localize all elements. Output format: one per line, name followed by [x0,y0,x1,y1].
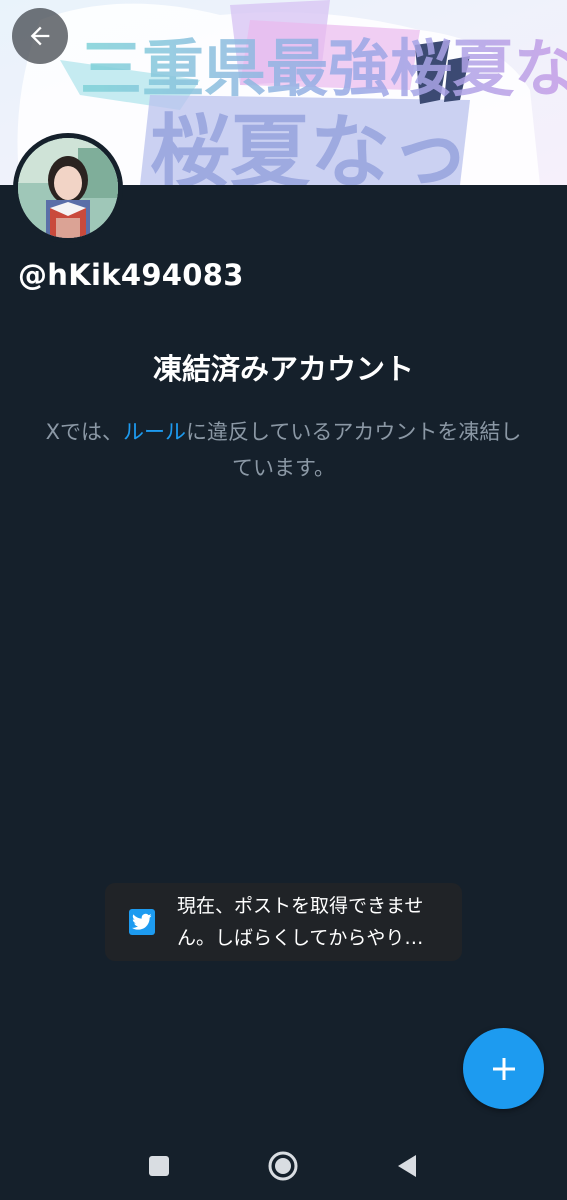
suspended-text-prefix: Xでは、 [45,420,123,444]
arrow-left-icon [30,26,50,46]
system-back-button[interactable] [389,1148,425,1184]
toast-message: 現在、ポストを取得できません。しばらくしてからやり… [177,895,424,949]
recent-apps-button[interactable] [141,1148,177,1184]
avatar [18,138,118,238]
profile-handle: @hKik494083 [18,258,244,292]
square-icon [149,1156,169,1176]
triangle-back-icon [398,1155,416,1177]
back-button[interactable] [12,8,68,64]
suspended-title: 凍結済みアカウント [152,352,414,386]
twitter-bird-icon [129,909,155,935]
circle-icon [268,1151,298,1181]
home-button[interactable] [265,1148,301,1184]
suspended-description: Xでは、ルールに違反しているアカウントを凍結しています。 [40,414,527,486]
svg-text:桜夏なっ: 桜夏なっ [150,106,470,185]
profile-screen: 三重県最強桜夏なっ 桜夏なっ @hKik494083 凍結済みア [0,0,567,1200]
plus-icon [492,1057,515,1080]
toast-notification: 現在、ポストを取得できません。しばらくしてからやり… [105,883,462,961]
compose-post-button[interactable] [463,1028,544,1109]
rules-link[interactable]: ルール [123,420,186,444]
system-navigation-bar [0,1130,567,1200]
banner-text: 三重県最強桜夏なっ [80,32,567,105]
suspended-text-suffix: に違反しているアカウントを凍結しています。 [186,420,522,480]
profile-avatar-frame[interactable] [13,133,123,243]
